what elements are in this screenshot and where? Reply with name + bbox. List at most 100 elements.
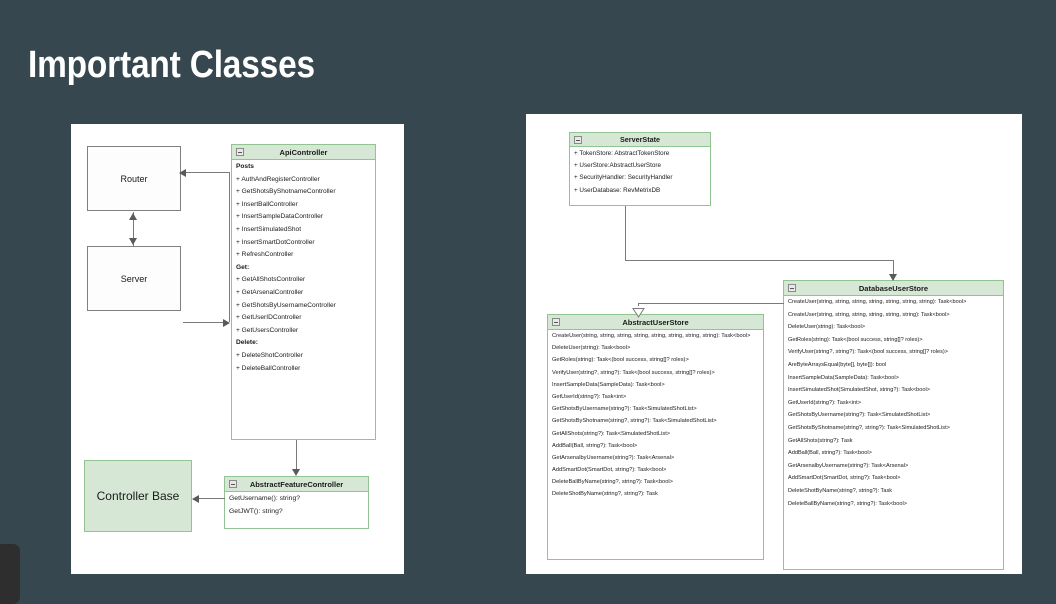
class-member: Posts	[236, 163, 254, 170]
class-member: DeleteShotByName(string?, string?): Task	[788, 487, 893, 494]
collapse-box-icon[interactable]	[236, 148, 244, 156]
collapse-box-icon[interactable]	[552, 318, 560, 326]
class-member: InsertSimulatedShot(SimulatedShot, strin…	[788, 387, 930, 394]
api-inbound-horizontal	[183, 322, 225, 323]
class-member: + GetUsersController	[236, 326, 299, 334]
controller-base-box[interactable]: Controller Base	[84, 460, 192, 532]
class-member: + TokenStore: AbstractTokenStore	[574, 150, 670, 157]
class-member: + DeleteShotController	[236, 351, 303, 359]
api-to-router-arrowhead	[179, 169, 186, 177]
api-to-afc-arrowhead	[292, 469, 300, 476]
class-member: + InsertSampleDataController	[236, 213, 324, 221]
api-controller-header[interactable]: ApiController	[232, 145, 375, 160]
class-member: GetJWT(): string?	[229, 508, 283, 515]
api-to-router-horizontal	[183, 172, 230, 173]
server-state-title: ServerState	[620, 135, 660, 144]
class-member: InsertSampleData(SampleData): Task<bool>	[552, 381, 665, 388]
abstract-user-store-members: CreateUser(string, string, string, strin…	[548, 330, 763, 508]
server-state-header[interactable]: ServerState	[570, 133, 710, 147]
class-member: + RefreshController	[236, 251, 294, 259]
class-member: + AuthAndRegisterController	[236, 175, 320, 183]
api-inbound-arrowhead	[223, 319, 230, 327]
class-member: Delete:	[236, 339, 258, 347]
afc-to-controller-base-line	[196, 498, 225, 499]
database-user-store-title: DatabaseUserStore	[858, 284, 929, 293]
class-member: GetAllShots(string?): Task	[788, 437, 853, 444]
class-member: InsertSampleData(SampleData): Task<bool>	[788, 374, 899, 381]
api-to-afc-vertical	[296, 440, 297, 470]
class-member: + UserDatabase: RevMetrixDB	[574, 186, 661, 194]
router-box[interactable]: Router	[87, 146, 181, 211]
class-member: DeleteBallByName(string?, string?): Task…	[552, 479, 673, 486]
decorative-corner-block	[0, 544, 20, 604]
class-member: AddSmartDot(SmartDot, string?): Task<boo…	[552, 467, 667, 474]
class-member: DeleteUser(string): Task<bool>	[788, 324, 866, 331]
afc-to-controller-base-arrowhead	[192, 495, 199, 503]
api-controller-class[interactable]: ApiController Posts + AuthAndRegisterCont…	[231, 144, 376, 440]
collapse-box-icon[interactable]	[574, 135, 582, 144]
class-member: GetUserId(string?): Task<int>	[788, 399, 861, 406]
inheritance-triangle-icon	[632, 305, 645, 323]
class-member: VerifyUser(string?, string?): Task<(bool…	[788, 349, 948, 356]
class-member: GetAllShots(string?): Task<SimulatedShot…	[552, 430, 671, 437]
class-member: VerifyUser(string?, string?): Task<(bool…	[552, 369, 715, 376]
class-member: + InsertSmartDotController	[236, 238, 315, 246]
server-state-to-dus-arrowhead	[889, 274, 897, 281]
api-controller-title: ApiController	[279, 148, 328, 157]
class-member: AreByteArraysEqual(byte[], byte[]): bool	[788, 361, 887, 368]
abstract-user-store-class[interactable]: AbstractUserStore CreateUser(string, str…	[547, 314, 764, 560]
api-to-router-vertical	[229, 172, 230, 322]
class-member: GetRoles(string): Task<(bool success, st…	[552, 357, 689, 364]
class-member: + GetArsenalController	[236, 288, 304, 296]
class-member: + GetShotsByUsernameController	[236, 301, 336, 309]
abstract-feature-controller-members: GetUsername(): string? GetJWT(): string?	[225, 492, 368, 525]
server-state-down-line	[625, 206, 626, 260]
class-member: CreateUser(string, string, string, strin…	[788, 311, 950, 318]
router-server-arrowhead-down	[129, 238, 137, 245]
class-member: + GetUserIDController	[236, 314, 302, 322]
abstract-user-store-header[interactable]: AbstractUserStore	[548, 315, 763, 330]
inheritance-triangle-svg	[632, 308, 645, 318]
class-member: + GetAllShotsController	[236, 276, 306, 284]
database-user-store-members: CreateUser(string, string, string, strin…	[784, 296, 1003, 517]
collapse-box-icon[interactable]	[229, 480, 237, 488]
class-member: AddSmartDot(SmartDot, string?): Task<boo…	[788, 475, 901, 482]
collapse-box-icon[interactable]	[788, 284, 796, 292]
class-member: Get:	[236, 263, 250, 271]
class-member: + InsertBallController	[236, 200, 298, 208]
server-state-members: + TokenStore: AbstractTokenStore + UserSt…	[570, 147, 710, 203]
router-box-label: Router	[120, 173, 148, 184]
class-member: GetRoles(string): Task<(bool success, st…	[788, 336, 923, 343]
abstract-feature-controller-header[interactable]: AbstractFeatureController	[225, 477, 368, 492]
database-user-store-class[interactable]: DatabaseUserStore CreateUser(string, str…	[783, 280, 1004, 570]
class-member: + GetShotsByShotnameController	[236, 188, 336, 196]
router-server-arrowhead-up	[129, 213, 137, 220]
class-member: + InsertSimulatedShot	[236, 225, 302, 233]
class-member: GetShotsByUsername(string?): Task<Simula…	[552, 406, 697, 413]
class-member: + DeleteBallController	[236, 364, 301, 372]
class-member: DeleteBallByName(string?, string?): Task…	[788, 500, 907, 507]
page-title: Important Classes	[28, 44, 315, 86]
class-member: + UserStore:AbstractUserStore	[574, 162, 661, 170]
dus-to-aus-horizontal	[638, 303, 784, 304]
class-member: GetShotsByShotname(string?, string?): Ta…	[552, 418, 717, 425]
controller-base-label: Controller Base	[96, 489, 180, 503]
server-state-to-dus-horizontal	[625, 260, 893, 261]
class-member: CreateUser(string, string, string, strin…	[788, 299, 967, 305]
server-box-label: Server	[120, 273, 148, 284]
server-box[interactable]: Server	[87, 246, 181, 311]
database-user-store-header[interactable]: DatabaseUserStore	[784, 281, 1003, 296]
api-controller-members: Posts + AuthAndRegisterController + GetSho…	[232, 160, 375, 381]
class-member: GetShotsByUsername(string?): Task<Simula…	[788, 412, 931, 419]
abstract-feature-controller-title: AbstractFeatureController	[249, 480, 344, 489]
class-member: GetUsername(): string?	[229, 495, 301, 502]
class-member: DeleteUser(string): Task<bool>	[552, 345, 631, 352]
left-diagram-canvas: Router Server Controller Base ApiControl…	[71, 124, 404, 574]
class-member: AddBall(Ball, string?): Task<bool>	[552, 442, 638, 449]
server-state-class[interactable]: ServerState + TokenStore: AbstractTokenS…	[569, 132, 711, 206]
class-member: GetUserId(string?): Task<int>	[552, 393, 627, 400]
class-member: GetShotsByShotname(string?, string?): Ta…	[788, 424, 950, 431]
class-member: DeleteShotByName(string?, string?): Task	[552, 491, 658, 498]
class-member: CreateUser(string, string, string, strin…	[552, 333, 751, 339]
abstract-feature-controller-class[interactable]: AbstractFeatureController GetUsername():…	[224, 476, 369, 529]
